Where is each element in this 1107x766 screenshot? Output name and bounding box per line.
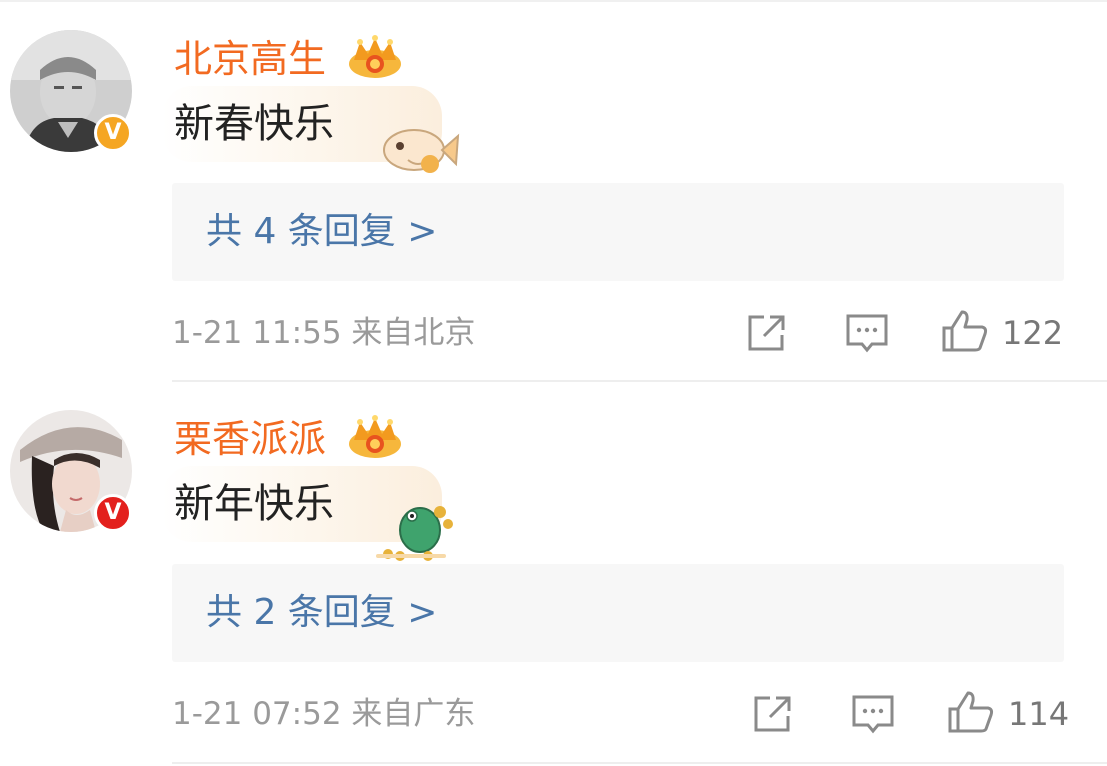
comment-button[interactable]	[848, 689, 898, 739]
comment-item: V 栗香派派 新年快乐 共 2 条回复 > 1-21 07:52 来自广东 11…	[0, 410, 1107, 766]
verified-badge: V	[94, 114, 132, 152]
comment-meta: 1-21 11:55 来自北京	[172, 303, 475, 363]
comment-text: 新年快乐	[174, 481, 334, 527]
fish-sticker-icon	[383, 129, 460, 173]
thumbs-up-icon	[948, 691, 994, 733]
share-button[interactable]	[742, 308, 792, 358]
comment-icon	[846, 314, 888, 353]
location: 来自广东	[351, 696, 476, 732]
crown-badge-icon	[349, 35, 401, 78]
comment-button[interactable]	[842, 308, 892, 358]
like-count: 114	[1008, 695, 1070, 733]
username[interactable]: 栗香派派	[174, 410, 326, 468]
comment-item: V 北京高生 新春快乐 共 4 条回复 > 1-21 11:55 来自北京 12…	[0, 30, 1107, 382]
view-replies-button[interactable]: 共 4 条回复 >	[172, 183, 1064, 281]
share-button[interactable]	[748, 689, 798, 739]
crown-badge-icon	[349, 415, 401, 458]
comment-icon	[852, 695, 894, 734]
thumbs-up-icon	[942, 310, 988, 352]
frog-money-sticker-icon	[376, 506, 453, 561]
replies-label: 共 2 条回复 >	[206, 592, 438, 633]
comment-meta: 1-21 07:52 来自广东	[172, 684, 475, 744]
comment-divider	[172, 380, 1107, 382]
like-button[interactable]	[946, 687, 996, 737]
share-icon	[748, 315, 785, 351]
like-count: 122	[1002, 314, 1064, 352]
username[interactable]: 北京高生	[174, 30, 326, 88]
location: 来自北京	[351, 315, 476, 351]
share-icon	[754, 696, 791, 732]
comment-list: V 北京高生 新春快乐 共 4 条回复 > 1-21 11:55 来自北京 12…	[0, 0, 1107, 766]
view-replies-button[interactable]: 共 2 条回复 >	[172, 564, 1064, 662]
verified-badge: V	[94, 494, 132, 532]
like-button[interactable]	[940, 306, 990, 356]
top-divider	[0, 0, 1107, 2]
comment-text: 新春快乐	[174, 101, 334, 147]
comment-divider	[172, 762, 1107, 764]
timestamp: 1-21 11:55	[172, 315, 342, 351]
replies-label: 共 4 条回复 >	[206, 211, 438, 252]
timestamp: 1-21 07:52	[172, 696, 342, 732]
